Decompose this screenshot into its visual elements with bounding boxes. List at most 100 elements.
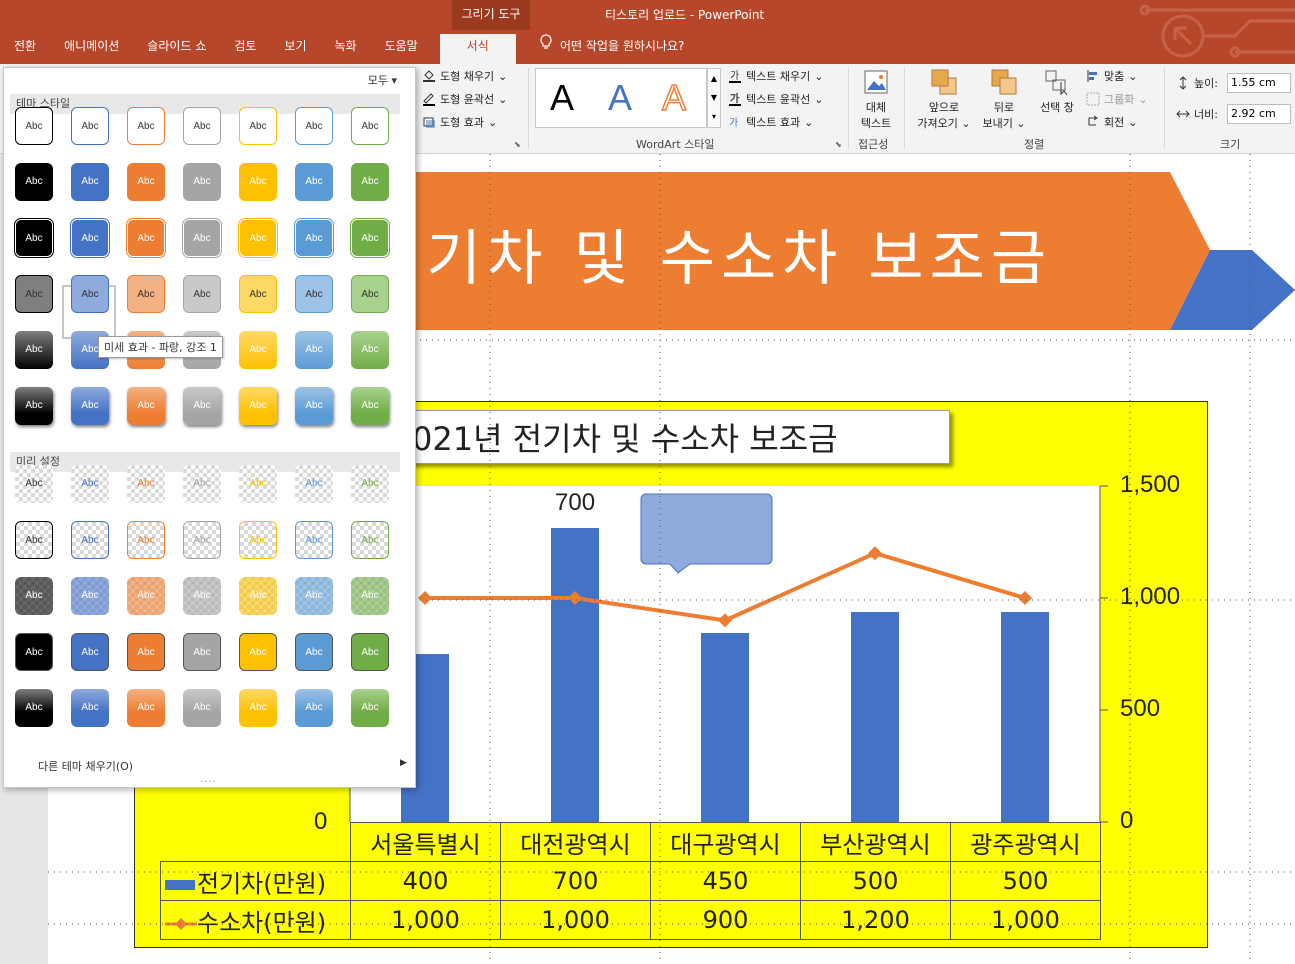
style-swatch[interactable]: Abc	[239, 331, 277, 369]
other-theme-fills-menu[interactable]: 다른 테마 채우기(O)	[38, 758, 133, 774]
style-swatch[interactable]: Abc	[127, 577, 165, 615]
style-swatch[interactable]: Abc	[238, 218, 278, 258]
bar-legend-key	[165, 879, 195, 890]
style-swatch[interactable]: Abc	[295, 331, 333, 369]
style-swatch[interactable]: Abc	[71, 275, 109, 313]
style-swatch[interactable]: Abc	[295, 633, 333, 671]
resize-grip-icon[interactable]: ....	[200, 774, 217, 785]
bar-1[interactable]	[551, 528, 599, 822]
style-swatch[interactable]: Abc	[351, 633, 389, 671]
style-swatch[interactable]: Abc	[71, 521, 109, 559]
style-swatch[interactable]: Abc	[295, 465, 333, 503]
value-cell: 500	[800, 861, 951, 901]
style-swatch[interactable]: Abc	[183, 387, 221, 425]
value-cell: 450	[650, 861, 801, 901]
style-swatch[interactable]: Abc	[15, 689, 53, 727]
style-swatch[interactable]: Abc	[183, 163, 221, 201]
style-swatch[interactable]: Abc	[70, 218, 110, 258]
style-swatch[interactable]: Abc	[127, 689, 165, 727]
style-swatch[interactable]: Abc	[239, 465, 277, 503]
style-swatch[interactable]: Abc	[239, 387, 277, 425]
style-swatch[interactable]: Abc	[71, 387, 109, 425]
style-swatch[interactable]: Abc	[295, 689, 333, 727]
secondary-axis-tick: 1,000	[1120, 583, 1181, 610]
style-swatch[interactable]: Abc	[71, 577, 109, 615]
style-swatch[interactable]: Abc	[183, 107, 221, 145]
style-swatch[interactable]: Abc	[239, 107, 277, 145]
style-swatch[interactable]: Abc	[351, 465, 389, 503]
style-swatch[interactable]: Abc	[71, 633, 109, 671]
style-swatch[interactable]: Abc	[239, 275, 277, 313]
style-swatch[interactable]: Abc	[183, 521, 221, 559]
style-swatch[interactable]: Abc	[14, 218, 54, 258]
style-swatch[interactable]: Abc	[15, 163, 53, 201]
style-swatch[interactable]: Abc	[351, 521, 389, 559]
line-marker-3[interactable]	[868, 546, 882, 561]
style-swatch[interactable]: Abc	[295, 577, 333, 615]
style-swatch[interactable]: Abc	[15, 275, 53, 313]
style-swatch[interactable]: Abc	[295, 387, 333, 425]
style-swatch[interactable]: Abc	[351, 577, 389, 615]
value-cell: 700	[500, 861, 651, 901]
style-swatch[interactable]: Abc	[239, 521, 277, 559]
bar-2[interactable]	[701, 633, 749, 822]
style-swatch[interactable]: Abc	[183, 275, 221, 313]
line-marker-4[interactable]	[1018, 591, 1032, 605]
style-swatch[interactable]: Abc	[295, 521, 333, 559]
style-swatch[interactable]: Abc	[15, 331, 53, 369]
line-marker-2[interactable]	[718, 613, 732, 628]
style-swatch[interactable]: Abc	[127, 107, 165, 145]
style-swatch[interactable]: Abc	[351, 275, 389, 313]
style-swatch[interactable]: Abc	[239, 163, 277, 201]
style-swatch[interactable]: Abc	[15, 521, 53, 559]
style-swatch[interactable]: Abc	[295, 163, 333, 201]
style-swatch[interactable]: Abc	[295, 275, 333, 313]
value-cell: 500	[950, 861, 1101, 901]
bar-3[interactable]	[851, 612, 899, 822]
style-swatch[interactable]: Abc	[127, 465, 165, 503]
chart-data-table[interactable]: 서울특별시 대전광역시 대구광역시 부산광역시 광주광역시 전기차(만원) 40…	[160, 822, 1101, 940]
style-swatch[interactable]: Abc	[182, 218, 222, 258]
style-swatch[interactable]: Abc	[183, 465, 221, 503]
style-swatch[interactable]: Abc	[239, 577, 277, 615]
value-cell: 1,200	[800, 900, 951, 940]
style-swatch[interactable]: Abc	[351, 331, 389, 369]
category-cell: 부산광역시	[800, 822, 951, 862]
style-swatch[interactable]: Abc	[350, 218, 390, 258]
style-swatch[interactable]: Abc	[127, 275, 165, 313]
style-swatch[interactable]: Abc	[71, 107, 109, 145]
style-swatch[interactable]: Abc	[15, 387, 53, 425]
style-swatch[interactable]: Abc	[127, 387, 165, 425]
style-swatch[interactable]: Abc	[127, 521, 165, 559]
style-swatch[interactable]: Abc	[127, 163, 165, 201]
gallery-filter-dropdown[interactable]: 모두 ▾	[368, 72, 397, 88]
style-swatch[interactable]: Abc	[15, 633, 53, 671]
style-swatch[interactable]: Abc	[183, 577, 221, 615]
style-swatch[interactable]: Abc	[15, 577, 53, 615]
style-swatch[interactable]: Abc	[351, 387, 389, 425]
style-swatch[interactable]: Abc	[127, 633, 165, 671]
style-swatch[interactable]: Abc	[294, 218, 334, 258]
style-swatch[interactable]: Abc	[183, 689, 221, 727]
line-marker-0[interactable]	[418, 591, 432, 605]
shape-style-gallery[interactable]: 모두 ▾ 테마 스타일 미리 설정 Abc Abc Abc Abc Abc Abc Abc A…	[3, 67, 416, 788]
style-swatch[interactable]: Abc	[295, 107, 333, 145]
series-name-cell: 전기차(만원)	[160, 861, 351, 901]
style-swatch[interactable]: Abc	[351, 163, 389, 201]
style-swatch[interactable]: Abc	[239, 633, 277, 671]
style-swatch[interactable]: Abc	[71, 163, 109, 201]
style-swatch[interactable]: Abc	[126, 218, 166, 258]
chart-title[interactable]: 021년 전기차 및 수소차 보조금	[412, 414, 838, 460]
style-swatch[interactable]: Abc	[71, 689, 109, 727]
style-swatch[interactable]: Abc	[71, 465, 109, 503]
series-name-cell: 수소차(만원)	[160, 900, 351, 940]
callout-shape[interactable]	[640, 493, 773, 575]
style-swatch[interactable]: Abc	[15, 465, 53, 503]
style-swatch[interactable]: Abc	[351, 689, 389, 727]
category-cell: 서울특별시	[350, 822, 501, 862]
style-swatch[interactable]: Abc	[239, 689, 277, 727]
style-swatch[interactable]: Abc	[15, 107, 53, 145]
style-swatch[interactable]: Abc	[183, 633, 221, 671]
bar-4[interactable]	[1001, 612, 1049, 822]
style-swatch[interactable]: Abc	[351, 107, 389, 145]
